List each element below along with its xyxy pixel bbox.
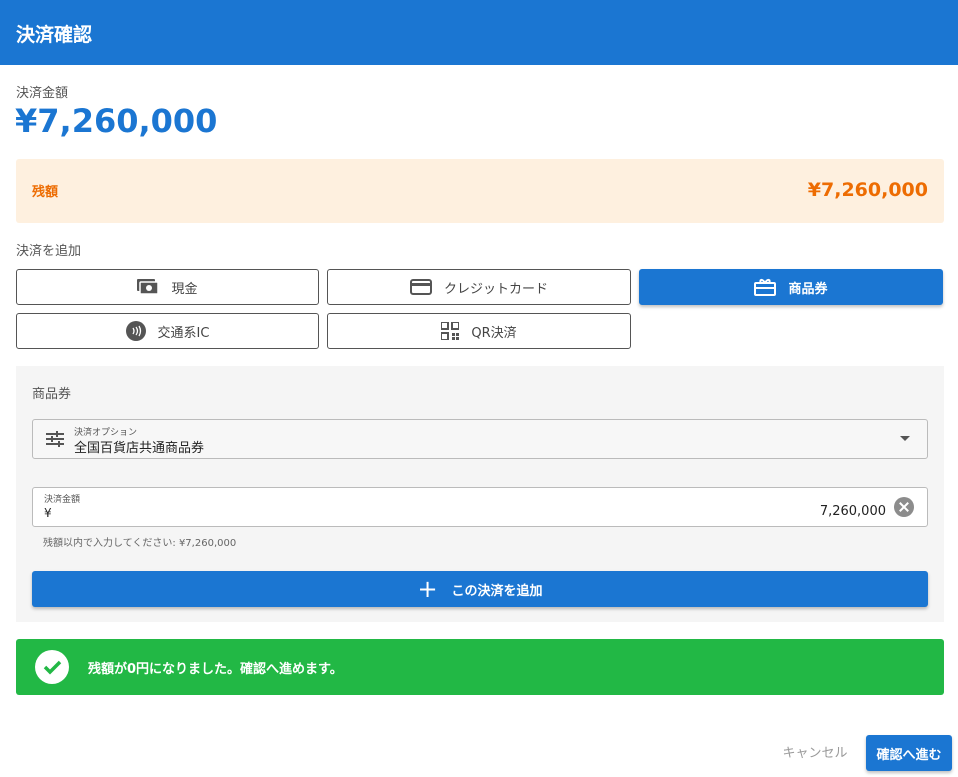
add-payment-label: 決済を追加 bbox=[16, 244, 82, 259]
currency-symbol: ¥ bbox=[44, 506, 52, 520]
payment-amount-input[interactable]: 決済金額 ¥ 7,260,000 bbox=[32, 487, 928, 527]
method-label: 商品券 bbox=[788, 281, 828, 297]
qr-code-icon bbox=[441, 322, 460, 340]
select-value: 全国百貨店共通商品券 bbox=[74, 441, 205, 456]
plus-icon: + bbox=[417, 575, 438, 603]
amount-helper-text: 残額以内で入力してください: ¥7,260,000 bbox=[43, 538, 237, 549]
remaining-balance-box: 残額 ¥7,260,000 bbox=[16, 159, 944, 223]
payment-detail-panel: 商品券 決済オプション 全国百貨店共通商品券 決済金額 ¥ 7,260,000 … bbox=[16, 366, 944, 622]
tune-icon bbox=[46, 431, 64, 451]
method-cash-button[interactable]: 現金 bbox=[16, 269, 319, 305]
method-label: 交通系IC bbox=[157, 325, 210, 341]
method-gift-card-button[interactable]: 商品券 bbox=[639, 269, 943, 305]
method-transit-ic-button[interactable]: 交通系IC bbox=[16, 313, 319, 349]
panel-title: 商品券 bbox=[32, 387, 72, 402]
method-label: 現金 bbox=[171, 281, 198, 297]
payment-amount-label: 決済金額 bbox=[16, 86, 69, 101]
amount-field-value[interactable]: 7,260,000 bbox=[820, 504, 886, 519]
method-qr-button[interactable]: QR決済 bbox=[327, 313, 631, 349]
dropdown-arrow-icon bbox=[900, 436, 910, 441]
success-message: 残額が0円になりました。確認へ進めます。 bbox=[88, 662, 343, 677]
remaining-label: 残額 bbox=[32, 185, 59, 200]
credit-card-icon bbox=[409, 279, 432, 295]
add-payment-label: この決済を追加 bbox=[451, 583, 543, 599]
success-alert: 残額が0円になりました。確認へ進めます。 bbox=[16, 639, 944, 695]
amount-field-label: 決済金額 bbox=[44, 495, 81, 505]
method-label: クレジットカード bbox=[443, 281, 548, 297]
gift-card-icon bbox=[754, 278, 777, 296]
cash-icon bbox=[137, 279, 160, 295]
payment-amount-value: ¥7,260,000 bbox=[15, 102, 218, 140]
payment-option-select[interactable]: 決済オプション 全国百貨店共通商品券 bbox=[32, 419, 928, 459]
remaining-value: ¥7,260,000 bbox=[807, 179, 928, 201]
cancel-button[interactable]: キャンセル bbox=[772, 736, 858, 766]
check-circle-icon bbox=[35, 650, 69, 684]
contactless-icon bbox=[125, 321, 146, 341]
confirm-button[interactable]: 確認へ進む bbox=[866, 735, 952, 771]
method-credit-card-button[interactable]: クレジットカード bbox=[327, 269, 631, 305]
method-label: QR決済 bbox=[471, 325, 517, 341]
dialog-title: 決済確認 bbox=[0, 0, 958, 65]
add-payment-button[interactable]: + この決済を追加 bbox=[32, 571, 928, 607]
clear-icon[interactable] bbox=[894, 497, 914, 517]
